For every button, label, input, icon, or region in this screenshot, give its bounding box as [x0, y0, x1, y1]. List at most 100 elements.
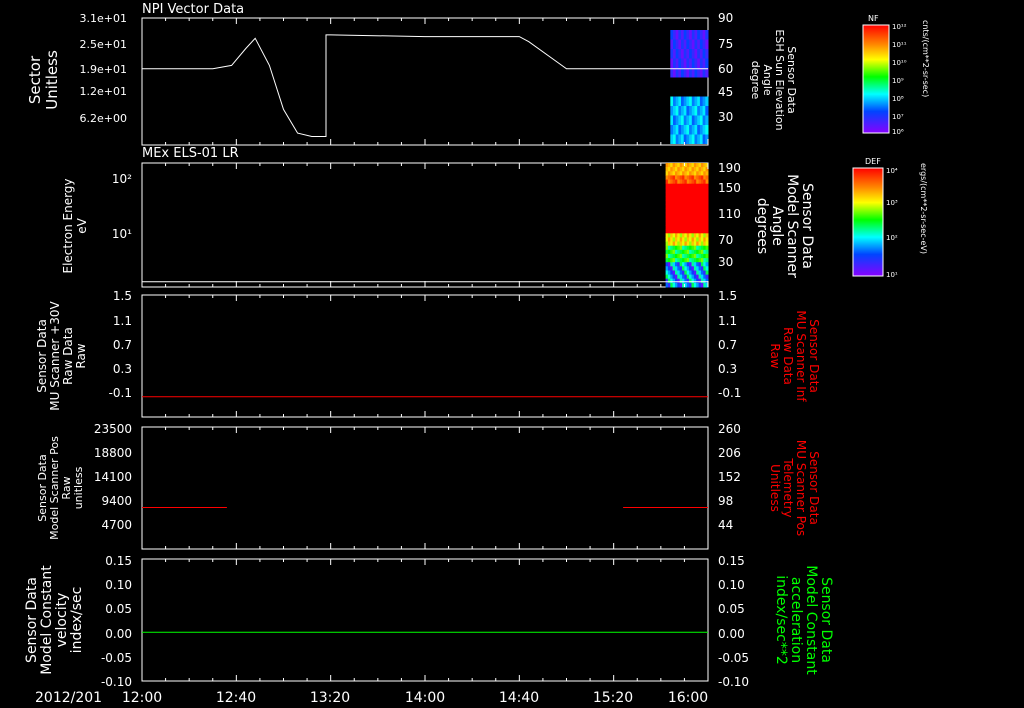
p5-ytick-right-4: -0.05	[718, 651, 749, 665]
spectrogram-cell	[705, 179, 709, 185]
spectrogram-cell	[705, 196, 709, 201]
p1-ytick-left-2: 1.9e+01	[80, 63, 127, 76]
p2-ytick-right-1: 150	[718, 181, 741, 195]
p4-ytick-right-3: 98	[718, 494, 733, 508]
panel-scanner-pos: 23500 18800 14100 9400 4700 260 206 152 …	[36, 422, 821, 550]
spectrogram-cell	[705, 212, 709, 218]
panel-npi-vector: NPI Vector Data 3.1e+01 2.5e+01 1.9e+01 …	[26, 2, 798, 146]
colorbar-nf-title: NF	[868, 14, 879, 23]
x-tick-2: 13:20	[310, 690, 350, 706]
p1-ylabel-left-0: Sector	[26, 55, 44, 104]
p4-ytick-left-1: 18800	[94, 446, 132, 460]
panel-mex-els: MEx ELS-01 LR 10² 10¹ 190 150 110 70 30 …	[61, 146, 815, 288]
p4-ytick-right-2: 152	[718, 470, 741, 484]
p3-ylabel-right-3: Raw	[768, 343, 782, 368]
p5-ylabel-left-1: Model Constant	[39, 565, 55, 675]
p5-ylabel-left-0: Sensor Data	[24, 577, 40, 663]
colorbar-nf-tick-3: 10⁹	[892, 77, 904, 85]
spectrogram-cell	[705, 216, 709, 222]
x-tick-0: 12:00	[122, 690, 162, 706]
spectrogram-cell	[705, 58, 709, 68]
p3-ylabel-left-2: Raw Data	[61, 327, 75, 385]
spectrogram-cell	[705, 175, 709, 180]
p4-ytick-left-3: 9400	[101, 494, 132, 508]
spectrogram-cell	[705, 241, 709, 247]
spectrogram-cell	[705, 249, 709, 255]
p3-ytick-left-3: 0.3	[113, 362, 132, 376]
colorbar-def-tick-3: 10¹	[886, 271, 898, 279]
colorbar-nf-tick-2: 10¹⁰	[892, 59, 907, 67]
p1-ytick-left-1: 2.5e+01	[80, 38, 127, 51]
x-tick-5: 15:20	[593, 690, 633, 706]
colorbar-def: DEF 10⁴ 10³ 10² 10¹ ergs/(cm**2-sr-sec-e…	[852, 157, 928, 279]
x-tick-3: 14:00	[405, 690, 445, 706]
p3-ylabel-right-1: MU Scanner Inf	[794, 310, 808, 402]
spectrogram-cell	[705, 270, 709, 276]
panel-2-spectrogram	[665, 163, 709, 288]
spectrogram-cell	[705, 208, 709, 214]
p5-ytick-right-2: 0.05	[718, 602, 745, 616]
colorbar-nf-scale	[862, 24, 890, 134]
panel-model-constant: 0.15 0.10 0.05 0.00 -0.05 -0.10 0.15 0.1…	[24, 554, 834, 689]
p4-ytick-right-4: 44	[718, 518, 733, 532]
spectrogram-cell	[705, 245, 709, 251]
p3-ylabel-left-0: Sensor Data	[35, 319, 49, 393]
p5-ytick-right-0: 0.15	[718, 554, 745, 568]
panel-5-frame	[141, 558, 709, 682]
spectrogram-cell	[705, 106, 709, 116]
p1-ylabel-left-1: Unitless	[43, 50, 61, 110]
p1-ytick-left-0: 3.1e+01	[80, 12, 127, 25]
p5-ytick-right-3: 0.00	[718, 627, 745, 641]
p1-ytick-right-0: 90	[718, 11, 733, 25]
spectrogram-cell	[705, 204, 709, 209]
p1-ytick-right-4: 30	[718, 110, 733, 124]
p3-ytick-right-0: 1.5	[718, 289, 737, 303]
panel-mu-scanner-raw: 1.5 1.1 0.7 0.3 -0.1 1.5 1.1 0.7 0.3 -0.…	[35, 289, 821, 418]
p2-ytick-right-0: 190	[718, 161, 741, 175]
panel-2-title: MEx ELS-01 LR	[142, 146, 239, 161]
p4-ylabel-right-2: Telemetry	[781, 457, 795, 517]
spectrogram-cell	[705, 30, 709, 40]
p5-ylabel-left-3: index/sec	[69, 587, 85, 654]
p5-ylabel-right-3: index/sec**2	[773, 575, 789, 665]
p3-ylabel-right-2: Raw Data	[781, 327, 795, 385]
x-tick-4: 14:40	[499, 690, 539, 706]
p2-ytick-right-4: 30	[718, 255, 733, 269]
panel-1-title: NPI Vector Data	[142, 2, 244, 17]
colorbar-def-scale	[852, 167, 884, 277]
colorbar-def-tick-2: 10²	[886, 234, 898, 242]
colorbar-def-tick-0: 10⁴	[886, 167, 898, 175]
p5-ytick-left-1: 0.10	[105, 578, 132, 592]
p4-ytick-left-0: 23500	[94, 422, 132, 436]
spectrogram-cell	[705, 220, 709, 226]
p1-ytick-left-3: 1.2e+01	[80, 85, 127, 98]
colorbar-def-unit: ergs/(cm**2-sr-sec-eV)	[919, 163, 928, 254]
spectrogram-cell	[705, 171, 709, 176]
p3-ytick-right-2: 0.7	[718, 338, 737, 352]
colorbar-nf-tick-4: 10⁸	[892, 95, 904, 103]
p5-ylabel-right-1: Model Constant	[803, 565, 819, 675]
spectrogram-cell	[705, 49, 709, 59]
p5-ylabel-right-2: acceleration	[788, 577, 804, 663]
spectrogram-cell	[705, 225, 709, 230]
colorbar-def-title: DEF	[865, 157, 881, 166]
p1-ytick-left-4: 6.2e+00	[80, 112, 127, 125]
p3-ylabel-right-0: Sensor Data	[807, 319, 821, 393]
p4-ylabel-right-3: Unitless	[768, 464, 782, 512]
spectrogram-cell	[705, 237, 709, 242]
colorbar-nf-unit: cnts/(cm**2-sr-sec)	[921, 20, 930, 97]
p3-ylabel-left-1: MU Scanner +30V	[48, 301, 62, 411]
p1-ytick-right-2: 60	[718, 62, 733, 76]
p1-ylabel-right-3: degree	[749, 61, 762, 100]
spectrogram-cell	[705, 115, 709, 125]
spectrogram-cell	[705, 125, 709, 135]
spectrogram-cell	[705, 187, 709, 193]
p3-ytick-left-1: 1.1	[113, 314, 132, 328]
p2-ylabel-right-3: degrees	[754, 198, 770, 254]
p5-ytick-right-1: 0.10	[718, 578, 745, 592]
colorbar-nf-tick-5: 10⁷	[892, 113, 904, 121]
spectrogram-cell	[705, 68, 709, 78]
spectrogram-cell	[705, 258, 709, 263]
p2-ylabel-left-0: Electron Energy	[61, 178, 75, 273]
p3-ytick-right-3: 0.3	[718, 362, 737, 376]
